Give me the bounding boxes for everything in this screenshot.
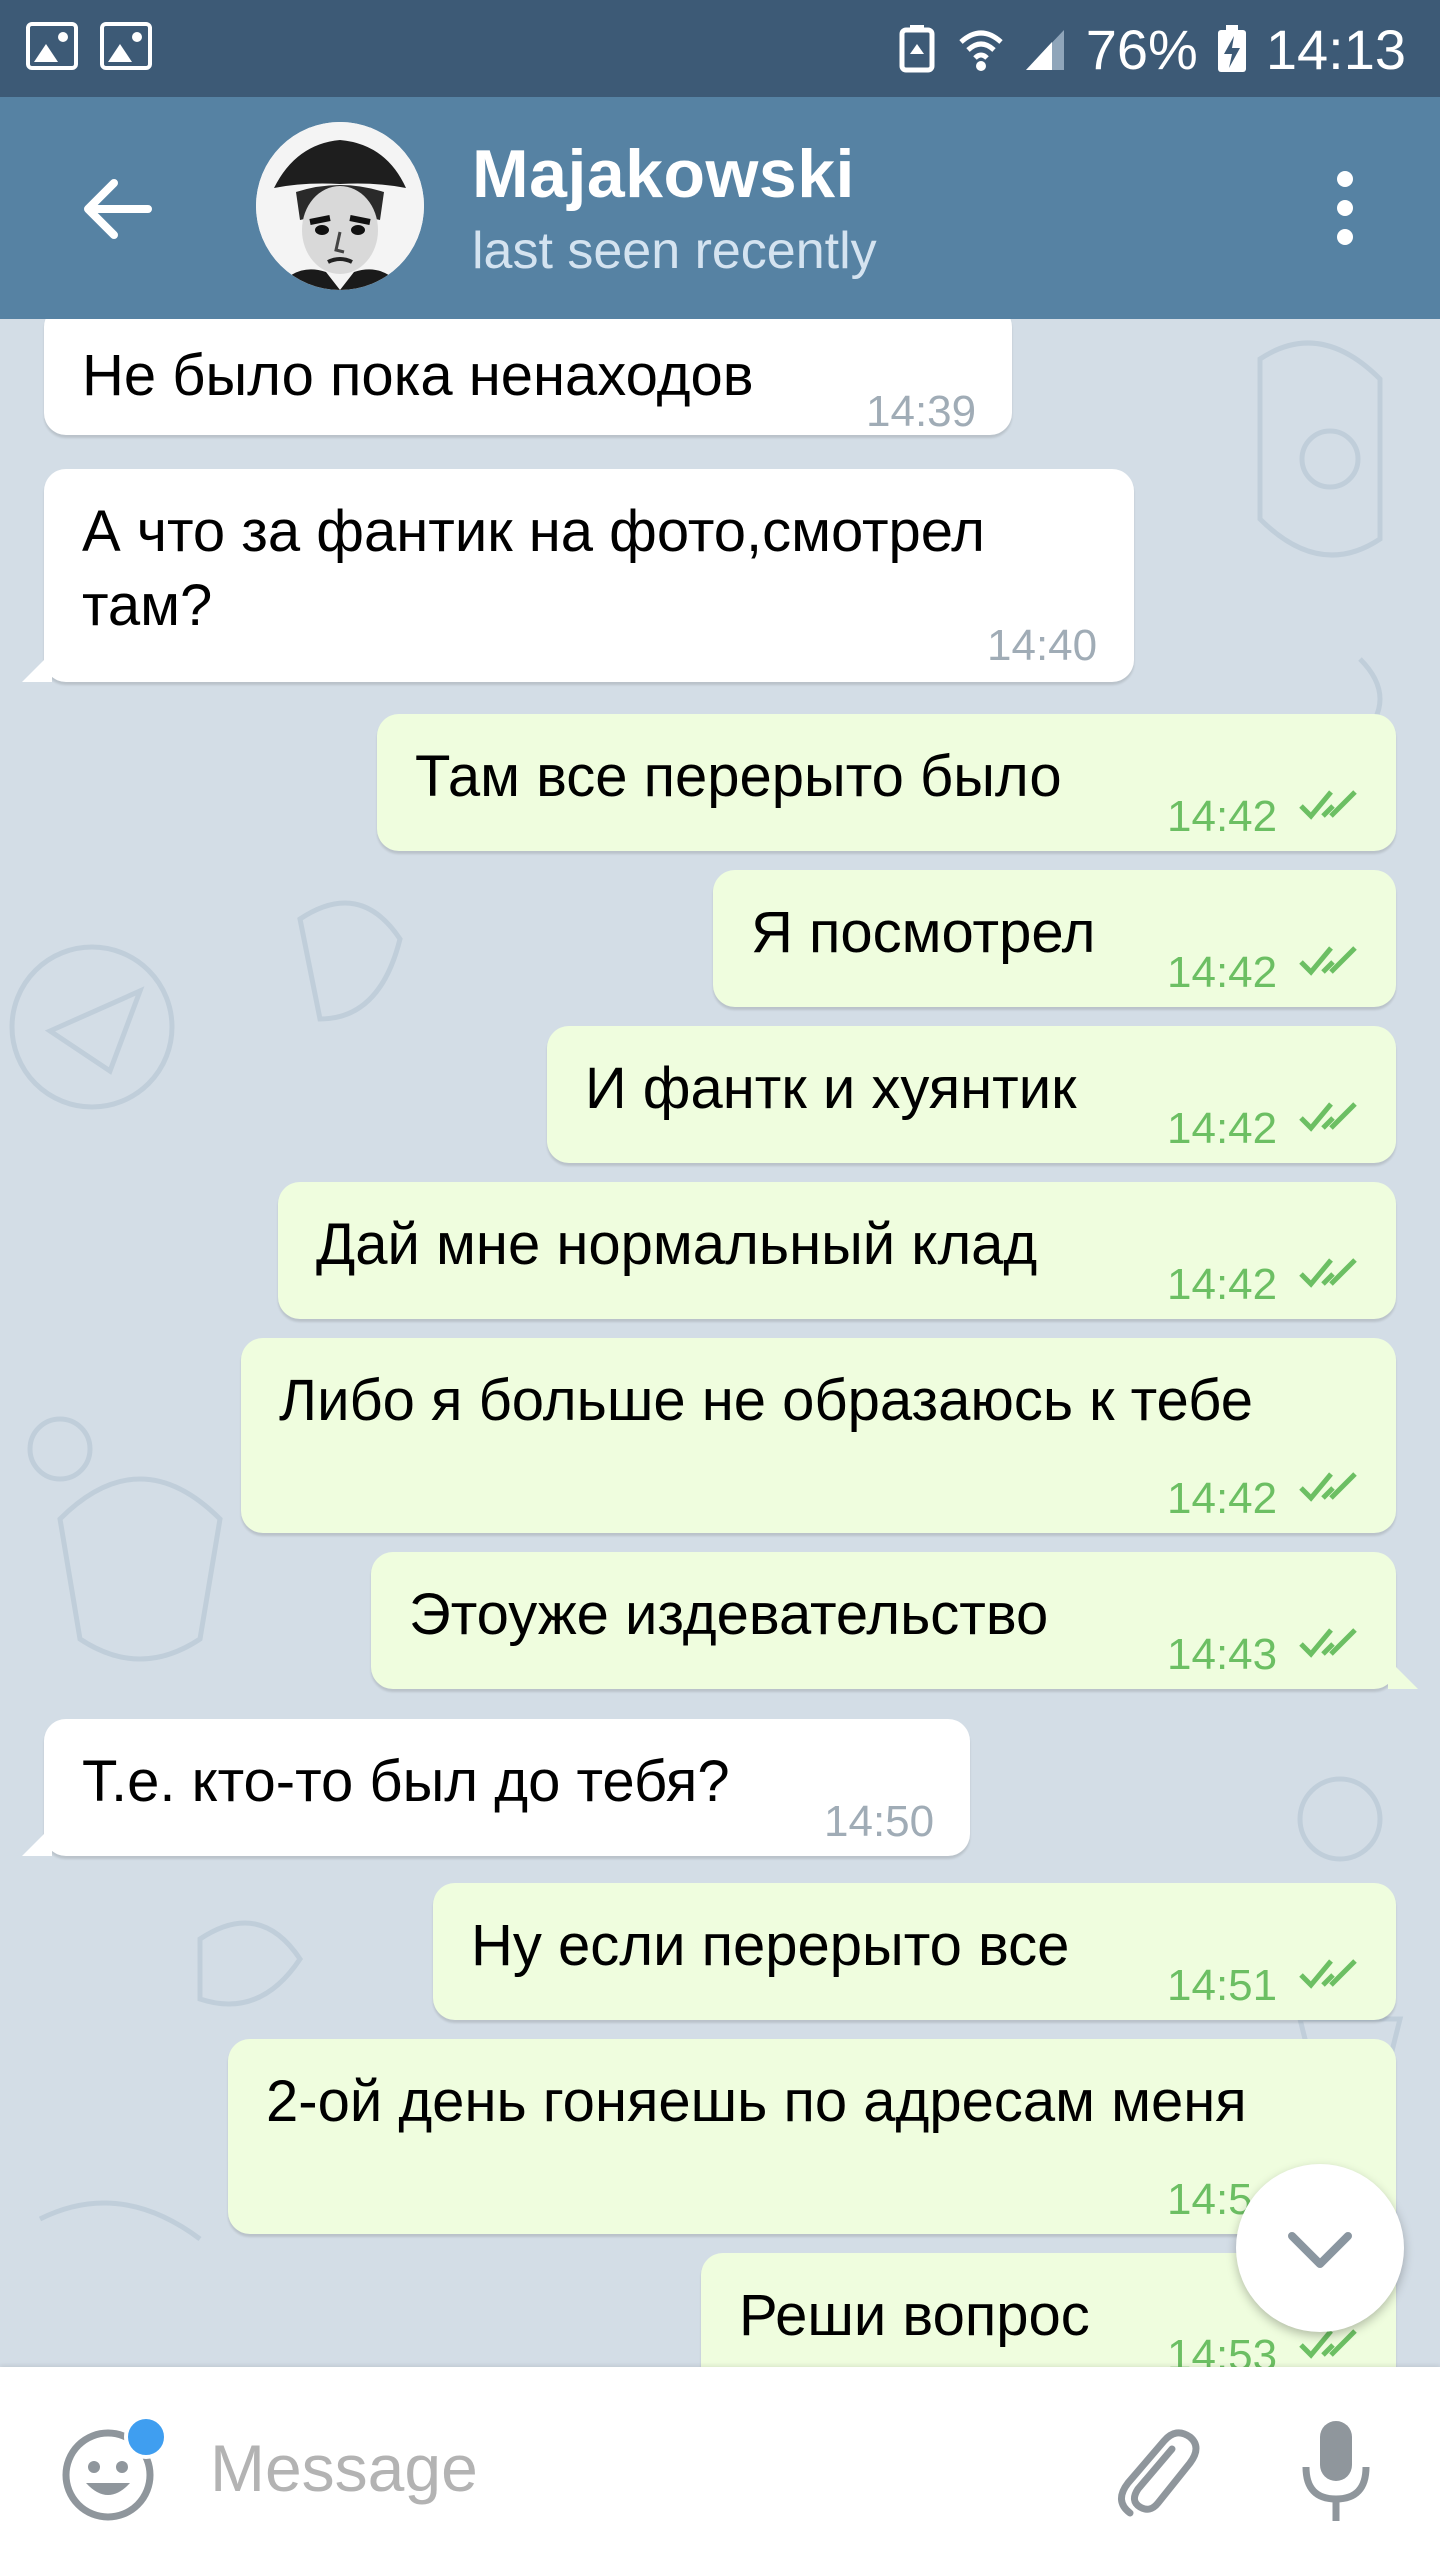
read-receipt-icon — [1299, 1102, 1357, 1132]
message-outgoing[interactable]: Либо я больше не образаюсь к тебе 14:42 — [241, 1338, 1396, 1533]
more-vertical-icon[interactable] — [1320, 167, 1370, 251]
status-bar: 76% 14:13 — [0, 0, 1440, 97]
message-time: 14:40 — [987, 621, 1098, 670]
message-text: Там все перерыто было — [415, 744, 1062, 809]
message-time: 14:50 — [824, 1797, 935, 1846]
image-notification-icon — [100, 22, 152, 70]
paperclip-icon[interactable] — [1110, 2419, 1200, 2519]
message-text: Либо я больше не образаюсь к тебе — [279, 1368, 1253, 1433]
message-time: 14:51 — [1167, 1961, 1278, 2010]
message-time: 14:39 — [866, 387, 977, 436]
message-outgoing[interactable]: И фантк и хуянтик 14:42 — [547, 1026, 1396, 1163]
message-time: 14:42 — [1167, 1474, 1278, 1523]
message-time: 14:42 — [1167, 948, 1278, 997]
battery-charging-icon — [1217, 25, 1246, 72]
read-receipt-icon — [1299, 790, 1357, 820]
message-outgoing[interactable]: Я посмотрел 14:42 — [713, 870, 1396, 1007]
avatar-portrait — [256, 122, 424, 290]
message-outgoing[interactable]: 2-ой день гоняешь по адресам меня 14:5 — [228, 2039, 1396, 2234]
chat-header: Majakowski last seen recently — [0, 97, 1440, 319]
message-incoming[interactable]: Т.е. кто-то был до тебя? 14:50 — [22, 1719, 970, 1856]
message-time: 14:42 — [1167, 1260, 1278, 1309]
read-receipt-icon — [1299, 1628, 1357, 1658]
message-outgoing[interactable]: Этоуже издевательство 14:43 — [371, 1552, 1418, 1689]
chevron-down-icon — [1288, 2232, 1352, 2268]
message-incoming[interactable]: А что за фантик на фото,смотрел там? 14:… — [22, 469, 1134, 682]
message-input[interactable] — [208, 2417, 1012, 2519]
message-text: Этоуже издевательство — [409, 1582, 1049, 1647]
message-outgoing[interactable]: Ну если перерыто все 14:51 — [433, 1883, 1396, 2020]
message-list[interactable]: Не было пока ненаходов 14:39 А что за фа… — [0, 319, 1440, 2367]
wifi-icon — [959, 30, 1003, 71]
message-text: И фантк и хуянтик — [585, 1056, 1077, 1121]
status-indicators: 76% 14:13 — [894, 14, 1406, 84]
message-text: Не было пока ненаходов — [82, 343, 754, 408]
battery-saver-icon — [899, 25, 935, 73]
message-incoming[interactable]: Не было пока ненаходов 14:39 — [44, 319, 1012, 436]
message-text: А что за фантик на фото,смотрел там? — [82, 499, 985, 638]
message-outgoing[interactable]: Дай мне нормальный клад 14:42 — [278, 1182, 1396, 1319]
read-receipt-icon — [1299, 1472, 1357, 1502]
message-text: Реши вопрос — [739, 2283, 1090, 2348]
message-text: Т.е. кто-то был до тебя? — [82, 1749, 730, 1814]
contact-name[interactable]: Majakowski — [472, 135, 855, 213]
unread-dot — [124, 2415, 168, 2459]
message-text: Я посмотрел — [751, 900, 1096, 965]
signal-icon — [1025, 30, 1064, 70]
message-outgoing[interactable]: Там все перерыто было 14:42 — [377, 714, 1396, 851]
message-text: 2-ой день гоняешь по адресам меня — [266, 2069, 1247, 2134]
battery-percent: 76% — [1085, 17, 1198, 81]
last-seen-status: last seen recently — [472, 222, 877, 280]
microphone-icon[interactable] — [1296, 2417, 1376, 2527]
message-composer — [0, 2367, 1440, 2560]
scroll-to-bottom-button[interactable] — [1236, 2164, 1404, 2332]
arrow-left-icon[interactable] — [76, 167, 160, 251]
read-receipt-icon — [1299, 946, 1357, 976]
read-receipt-icon — [1299, 1258, 1357, 1288]
avatar[interactable] — [256, 122, 424, 290]
message-text: Ну если перерыто все — [471, 1913, 1070, 1978]
message-time: 14:43 — [1167, 1630, 1278, 1679]
notification-icons — [26, 22, 152, 70]
image-notification-icon — [26, 22, 78, 70]
message-time: 14:42 — [1167, 1104, 1278, 1153]
message-text: Дай мне нормальный клад — [316, 1212, 1038, 1277]
message-time: 14:42 — [1167, 792, 1278, 841]
clock: 14:13 — [1265, 17, 1406, 81]
read-receipt-icon — [1299, 1959, 1357, 1989]
